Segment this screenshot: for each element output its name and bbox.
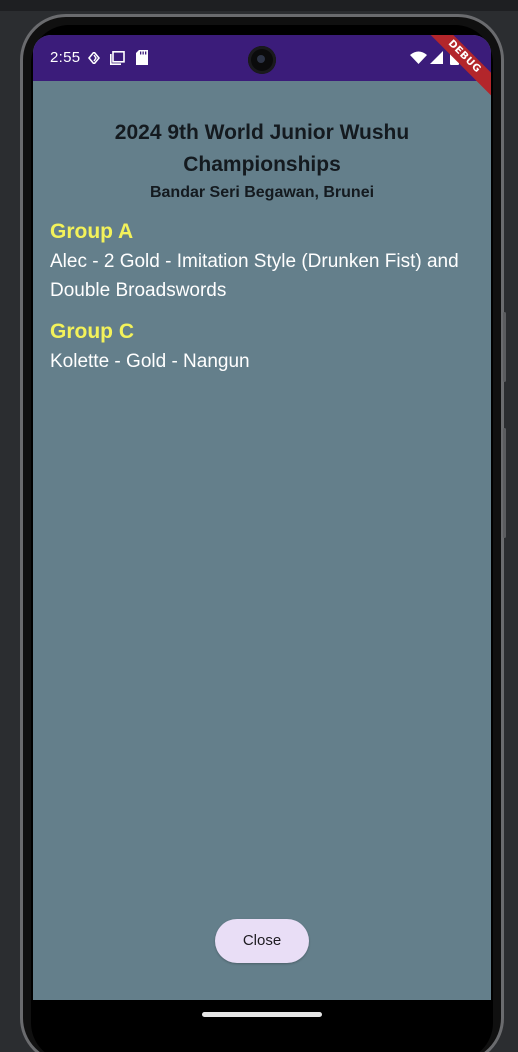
wifi-icon <box>410 51 427 64</box>
close-button[interactable]: Close <box>215 919 309 963</box>
group-a-result: Alec - 2 Gold - Imitation Style (Drunken… <box>50 251 459 301</box>
phone-screen: 2:55 DEBUG 2024 9th World Junior Wushu C… <box>33 35 491 1000</box>
status-bar: 2:55 DEBUG <box>33 35 491 102</box>
group-c-section: Group C Kolette - Gold - Nangun <box>50 317 479 376</box>
status-time: 2:55 <box>50 49 81 66</box>
location-arrow-icon <box>88 52 100 64</box>
event-title: 2024 9th World Junior Wushu Championship… <box>114 121 410 176</box>
emulator-toolbar-edge <box>0 0 518 11</box>
emulator-stage: 2:55 DEBUG 2024 9th World Junior Wushu C… <box>0 0 518 1052</box>
volume-button[interactable] <box>503 428 506 538</box>
front-camera <box>248 46 276 74</box>
event-location: Bandar Seri Begawan, Brunei <box>149 184 375 201</box>
cell-signal-icon <box>430 51 443 64</box>
group-c-heading: Group C <box>50 320 134 343</box>
sd-card-icon <box>136 50 148 65</box>
screen-icon <box>110 51 125 65</box>
power-button[interactable] <box>503 312 506 382</box>
navigation-bar <box>33 1000 491 1028</box>
group-a-heading: Group A <box>50 220 134 243</box>
group-a-section: Group A Alec - 2 Gold - Imitation Style … <box>50 217 479 305</box>
home-gesture-handle[interactable] <box>202 1012 322 1017</box>
results-dialog: 2024 9th World Junior Wushu Championship… <box>33 81 491 376</box>
group-c-result: Kolette - Gold - Nangun <box>50 351 250 372</box>
